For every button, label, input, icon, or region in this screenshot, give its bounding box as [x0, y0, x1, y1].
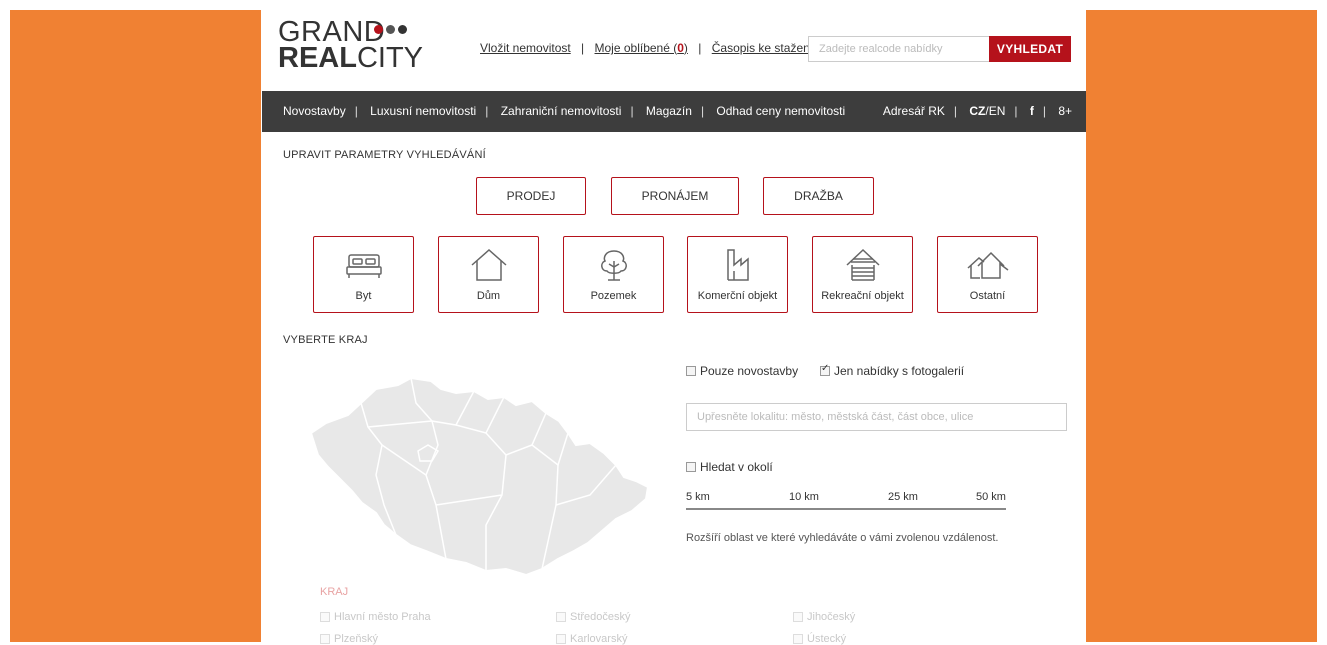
- factory-icon: [688, 247, 787, 287]
- main-nav: Novostavby | Luxusní nemovitosti | Zahrani…: [262, 91, 1086, 132]
- checkbox-icon[interactable]: [556, 634, 566, 644]
- category-label: Rekreační objekt: [821, 290, 904, 302]
- facebook-icon[interactable]: f: [1030, 104, 1034, 118]
- lang-cz[interactable]: CZ: [969, 104, 985, 118]
- nav-right: Adresář RK | CZ/EN | f | 8+: [882, 104, 1072, 118]
- location-field: [686, 403, 1067, 431]
- category-label: Dům: [476, 290, 501, 302]
- region-plzensky[interactable]: Plzeňský: [320, 633, 378, 645]
- checkbox-icon[interactable]: [320, 634, 330, 644]
- separator: |: [698, 41, 702, 55]
- new-only-checkbox[interactable]: Pouze novostavby: [686, 364, 798, 378]
- region-jihocesky[interactable]: Jihočeský: [793, 611, 855, 623]
- params-title: UPRAVIT PARAMETRY VYHLEDÁVÁNÍ: [283, 149, 486, 161]
- checkbox-icon[interactable]: [793, 634, 803, 644]
- tab-pronajem[interactable]: PRONÁJEM: [611, 177, 739, 215]
- nav-item-zahranicni[interactable]: Zahraniční nemovitosti: [501, 104, 622, 118]
- czech-region-map[interactable]: [306, 375, 656, 590]
- category-byt[interactable]: Byt: [313, 236, 414, 313]
- magazine-download-link[interactable]: Časopis ke stažení: [712, 41, 813, 55]
- nav-item-magazin[interactable]: Magazín: [646, 104, 692, 118]
- checkbox-icon[interactable]: [556, 612, 566, 622]
- page-container: GRAND REALCITY Vložit nemovitost | Moje …: [262, 0, 1086, 645]
- logo-dot-gray-icon: [386, 25, 395, 34]
- nav-item-odhad[interactable]: Odhad ceny nemovitosti: [716, 104, 845, 118]
- distance-5km[interactable]: 5 km: [686, 491, 710, 503]
- realcode-input[interactable]: [809, 37, 1009, 61]
- separator: |: [581, 41, 585, 55]
- nav-item-adresar[interactable]: Adresář RK: [883, 104, 945, 118]
- favorites-count: 0: [677, 41, 684, 55]
- left-background-panel: [10, 10, 261, 642]
- category-komercni[interactable]: Komerční objekt: [687, 236, 788, 313]
- logo-dot-dark-icon: [398, 25, 407, 34]
- search-button[interactable]: VYHLEDAT: [989, 36, 1071, 62]
- region-stredocesky[interactable]: Středočeský: [556, 611, 631, 623]
- category-pozemek[interactable]: Pozemek: [563, 236, 664, 313]
- checkbox-icon[interactable]: [793, 612, 803, 622]
- nearby-note: Rozšíří oblast ve které vyhledáváte o vá…: [686, 532, 999, 544]
- category-rekreacni[interactable]: Rekreační objekt: [812, 236, 913, 313]
- logo-icons: [374, 25, 407, 34]
- checkbox-icon[interactable]: [686, 462, 696, 472]
- nearby-checkbox[interactable]: Hledat v okolí: [686, 460, 773, 474]
- logo-dot-red-icon: [374, 25, 383, 34]
- distance-10km[interactable]: 10 km: [789, 491, 819, 503]
- nav-item-luxusni[interactable]: Luxusní nemovitosti: [370, 104, 476, 118]
- favorites-link[interactable]: Moje oblíbené (0): [595, 41, 688, 55]
- category-label: Pozemek: [590, 290, 637, 302]
- distance-50km[interactable]: 50 km: [976, 491, 1006, 503]
- category-dum[interactable]: Dům: [438, 236, 539, 313]
- checkbox-icon[interactable]: [686, 366, 696, 376]
- category-label: Komerční objekt: [697, 290, 778, 302]
- submit-property-link[interactable]: Vložit nemovitost: [480, 41, 571, 55]
- logo-line-2: REALCITY: [278, 42, 424, 74]
- checkbox-checked-icon[interactable]: [820, 363, 830, 376]
- category-label: Byt: [355, 290, 372, 302]
- region-ustecky[interactable]: Ústecký: [793, 633, 846, 645]
- region-praha[interactable]: Hlavní město Praha: [320, 611, 431, 623]
- google-plus-icon[interactable]: 8+: [1058, 104, 1072, 118]
- tab-drazba[interactable]: DRAŽBA: [763, 177, 874, 215]
- lang-en[interactable]: /EN: [985, 104, 1005, 118]
- cabin-icon: [813, 247, 912, 287]
- right-background-panel: [1086, 10, 1317, 642]
- gallery-only-checkbox[interactable]: Jen nabídky s fotogalerií: [820, 363, 964, 378]
- region-title: VYBERTE KRAJ: [283, 334, 368, 346]
- nav-item-novostavby[interactable]: Novostavby: [283, 104, 346, 118]
- location-input[interactable]: [687, 404, 1066, 430]
- bed-icon: [314, 247, 413, 287]
- category-ostatni[interactable]: Ostatní: [937, 236, 1038, 313]
- tab-prodej[interactable]: PRODEJ: [476, 177, 586, 215]
- category-label: Ostatní: [969, 290, 1006, 302]
- house-icon: [439, 247, 538, 287]
- realcode-search: VYHLEDAT: [808, 36, 1071, 62]
- distance-slider[interactable]: [686, 508, 1006, 510]
- tree-icon: [564, 247, 663, 287]
- region-karlovarsky[interactable]: Karlovarský: [556, 633, 627, 645]
- checkbox-icon[interactable]: [320, 612, 330, 622]
- top-links: Vložit nemovitost | Moje oblíbené (0) | …: [480, 41, 813, 55]
- nav-left: Novostavby | Luxusní nemovitosti | Zahrani…: [283, 104, 846, 118]
- distance-25km[interactable]: 25 km: [888, 491, 918, 503]
- kraj-title: KRAJ: [320, 586, 349, 598]
- houses-icon: [938, 247, 1037, 287]
